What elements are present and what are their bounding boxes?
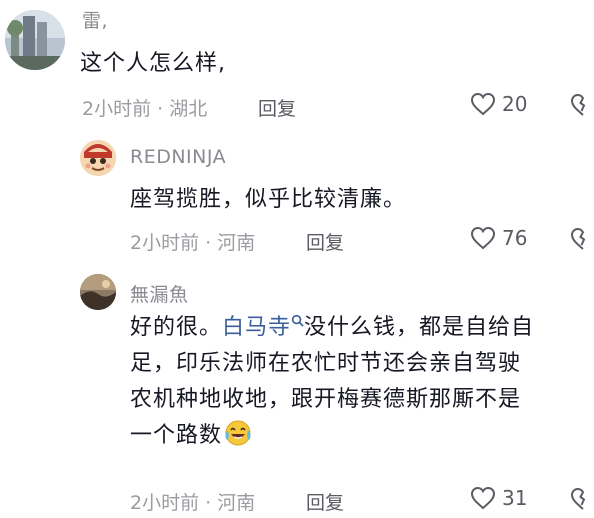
heart-outline-icon: [470, 226, 496, 250]
comment-1: 雷, 这个人怎么样, 2小时前 · 湖北 回复 20: [0, 0, 594, 130]
like-count: 31: [502, 486, 528, 510]
search-link[interactable]: 白马寺: [222, 314, 304, 340]
heart-outline-icon: [470, 92, 496, 116]
comment-time-location: 2小时前 · 湖北: [82, 98, 208, 120]
avatar[interactable]: [80, 140, 116, 176]
comment-time-location: 2小时前 · 河南: [130, 492, 256, 514]
reply-button[interactable]: 回复: [306, 228, 344, 255]
comment-text-line: 足，印乐法师在农忙时节还会亲自驾驶: [130, 351, 522, 376]
comment-text-segment: 没什么钱，都是自给自: [304, 315, 535, 340]
avatar[interactable]: [80, 274, 116, 310]
reply-button[interactable]: 回复: [306, 488, 344, 515]
comment-text: 座驾揽胜，似乎比较清廉。: [130, 187, 407, 212]
comment-text-segment: 一个路数: [130, 423, 223, 448]
like-button[interactable]: 76: [470, 226, 527, 250]
comment-author[interactable]: 雷,: [82, 6, 108, 33]
comment-text-line: 好的很。白马寺 没什么钱，都是自给自: [130, 310, 590, 346]
avatar-image: [5, 10, 65, 70]
comment-3: 無漏魚 好的很。白马寺 没什么钱，都是自给自 足，印乐法师在农忙时节还会亲自驾驶 …: [0, 260, 594, 518]
like-button[interactable]: 31: [470, 486, 527, 510]
like-button[interactable]: 20: [470, 92, 527, 116]
comment-text-line: 一个路数: [130, 418, 590, 454]
comment-2: REDNINJA 座驾揽胜，似乎比较清廉。 2小时前 · 河南 回复 76: [0, 130, 594, 260]
comment-text-line: 农机种地收地，跟开梅赛德斯那厮不是: [130, 387, 522, 412]
avatar-image: [80, 274, 116, 310]
dislike-button[interactable]: [570, 487, 594, 511]
broken-heart-icon: [570, 227, 586, 250]
comment-text: 这个人怎么样,: [80, 51, 226, 76]
comment-author[interactable]: 無漏魚: [130, 280, 189, 307]
reply-button[interactable]: 回复: [258, 94, 296, 121]
comment-text: 好的很。白马寺 没什么钱，都是自给自 足，印乐法师在农忙时节还会亲自驾驶 农机种地…: [130, 310, 590, 454]
comment-author[interactable]: REDNINJA: [130, 146, 226, 168]
heart-outline-icon: [470, 486, 496, 510]
dislike-button[interactable]: [570, 227, 594, 251]
like-count: 20: [502, 92, 528, 116]
dislike-button[interactable]: [570, 93, 594, 117]
laughing-tears-emoji: [225, 420, 251, 446]
search-icon: [291, 314, 304, 327]
avatar-image: [80, 140, 116, 176]
like-count: 76: [502, 226, 528, 250]
avatar[interactable]: [5, 10, 65, 70]
comment-text-segment: 好的很。: [130, 315, 223, 340]
broken-heart-icon: [570, 93, 586, 116]
broken-heart-icon: [570, 487, 586, 510]
search-link-label: 白马寺: [222, 315, 292, 340]
comment-time-location: 2小时前 · 河南: [130, 232, 256, 254]
